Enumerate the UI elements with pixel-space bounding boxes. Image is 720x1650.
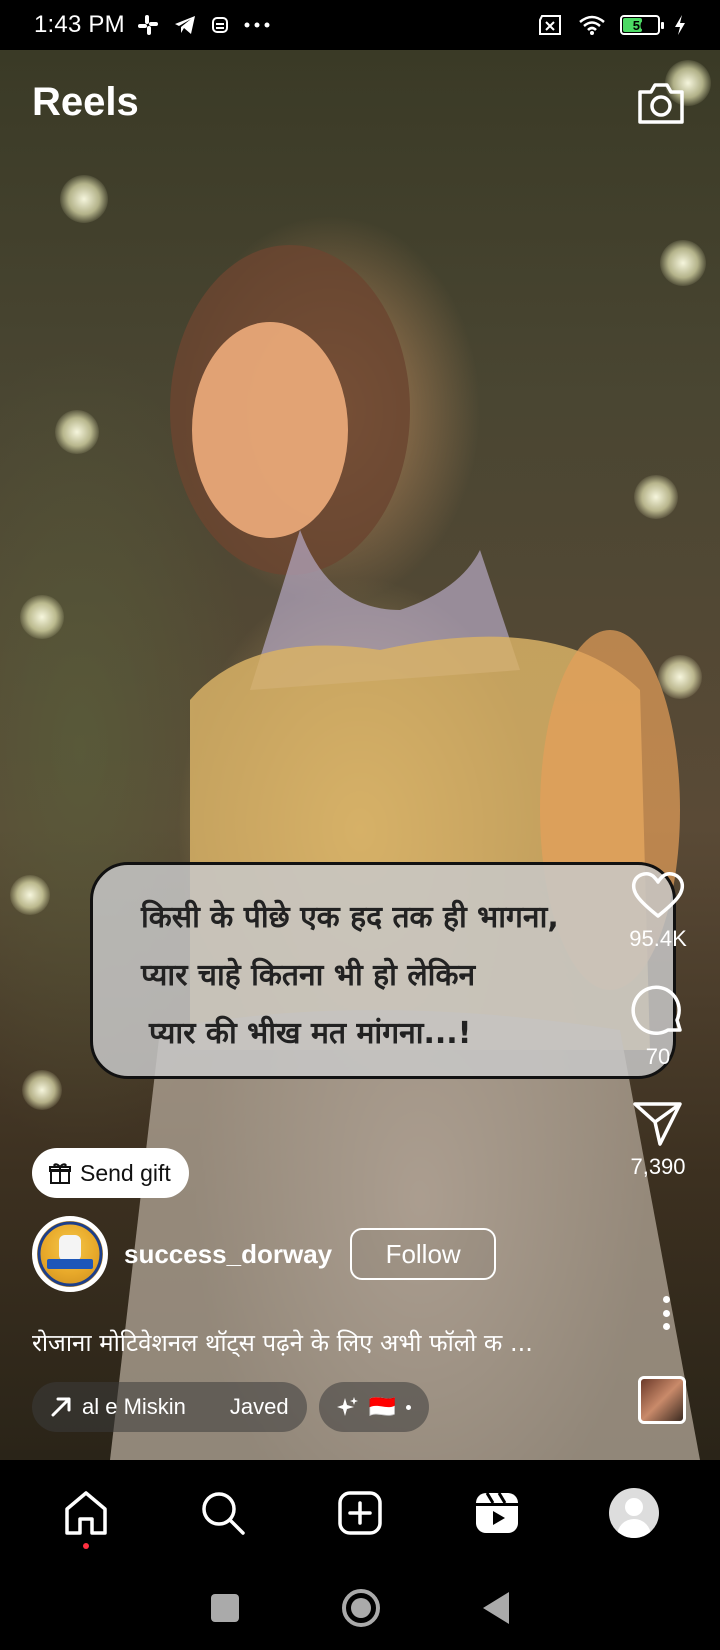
comment-count: 70	[645, 1044, 671, 1069]
username[interactable]: success_dorway	[124, 1239, 332, 1270]
side-actions: 95.4K 70 7,390	[618, 870, 698, 1180]
profile-row: success_dorway Follow	[32, 1216, 497, 1292]
audio-artist: Javed	[229, 1394, 289, 1419]
nav-home[interactable]	[56, 1483, 116, 1549]
reels-icon[interactable]	[473, 1489, 521, 1537]
arrow-up-right-icon	[51, 1397, 71, 1417]
system-nav	[0, 1566, 720, 1650]
status-time: 1:43 PM	[34, 11, 125, 38]
avatar[interactable]	[32, 1216, 108, 1292]
bot-icon	[211, 17, 228, 33]
recents-button[interactable]	[211, 1594, 240, 1622]
sparkles-icon	[336, 1397, 358, 1416]
chips-row: al e Miskin Javed 🇮🇩	[32, 1382, 430, 1432]
reel-caption[interactable]: रोजाना मोटिवेशनल थॉट्स पढ़ने के लिए अभी …	[32, 1326, 533, 1359]
fist-logo-icon	[37, 1221, 103, 1287]
audio-chip[interactable]: al e Miskin Javed	[32, 1382, 307, 1432]
bottom-nav	[0, 1460, 720, 1566]
home-button[interactable]	[341, 1589, 380, 1627]
wifi-icon	[579, 15, 605, 35]
quote-line-3: प्यार की भीख मत मांगना...!	[149, 1016, 472, 1051]
nav-create[interactable]	[330, 1483, 390, 1543]
audio-name: al e Miskin	[82, 1394, 186, 1419]
charging-icon	[675, 15, 685, 35]
notification-dot	[83, 1543, 90, 1549]
send-gift-button[interactable]: Send gift	[32, 1148, 189, 1198]
comment-icon[interactable]	[630, 982, 686, 1038]
telegram-icon	[174, 16, 195, 34]
more-options-icon[interactable]	[662, 1296, 670, 1330]
home-icon[interactable]	[62, 1489, 110, 1537]
slack-icon	[137, 15, 158, 35]
nav-reels[interactable]	[467, 1483, 527, 1543]
battery-icon: 56	[620, 15, 664, 35]
more-dots-icon	[244, 22, 270, 28]
like-action[interactable]: 95.4K	[629, 870, 687, 952]
search-icon[interactable]	[199, 1489, 247, 1537]
profile-avatar[interactable]	[608, 1488, 659, 1538]
status-bar: 1:43 PM 56	[0, 0, 720, 50]
dot-icon	[406, 1404, 412, 1410]
nav-profile[interactable]	[604, 1483, 664, 1543]
back-button[interactable]	[482, 1592, 509, 1624]
effects-chip[interactable]: 🇮🇩	[318, 1382, 430, 1432]
create-icon[interactable]	[336, 1489, 384, 1537]
battery-level: 56	[632, 17, 648, 33]
quote-overlay: किसी के पीछे एक हद तक ही भागना, प्यार चा…	[90, 862, 676, 1079]
quote-line-2: प्यार चाहे कितना भी हो लेकिन	[141, 958, 476, 993]
send-icon[interactable]	[632, 1100, 684, 1148]
share-count: 7,390	[630, 1154, 686, 1179]
like-count: 95.4K	[629, 926, 687, 951]
follow-button[interactable]: Follow	[350, 1228, 497, 1280]
heart-icon[interactable]	[630, 870, 686, 920]
camera-icon[interactable]	[636, 80, 686, 126]
page-title: Reels	[32, 80, 139, 124]
gift-icon	[49, 1163, 71, 1184]
effects-flag: 🇮🇩	[368, 1394, 397, 1419]
share-action[interactable]: 7,390	[630, 1100, 686, 1180]
quote-line-1: किसी के पीछे एक हद तक ही भागना,	[141, 900, 559, 935]
sim-off-icon	[539, 15, 561, 35]
comment-action[interactable]: 70	[630, 982, 686, 1070]
audio-thumbnail[interactable]	[638, 1376, 686, 1424]
nav-search[interactable]	[193, 1483, 253, 1543]
send-gift-label: Send gift	[80, 1159, 171, 1186]
